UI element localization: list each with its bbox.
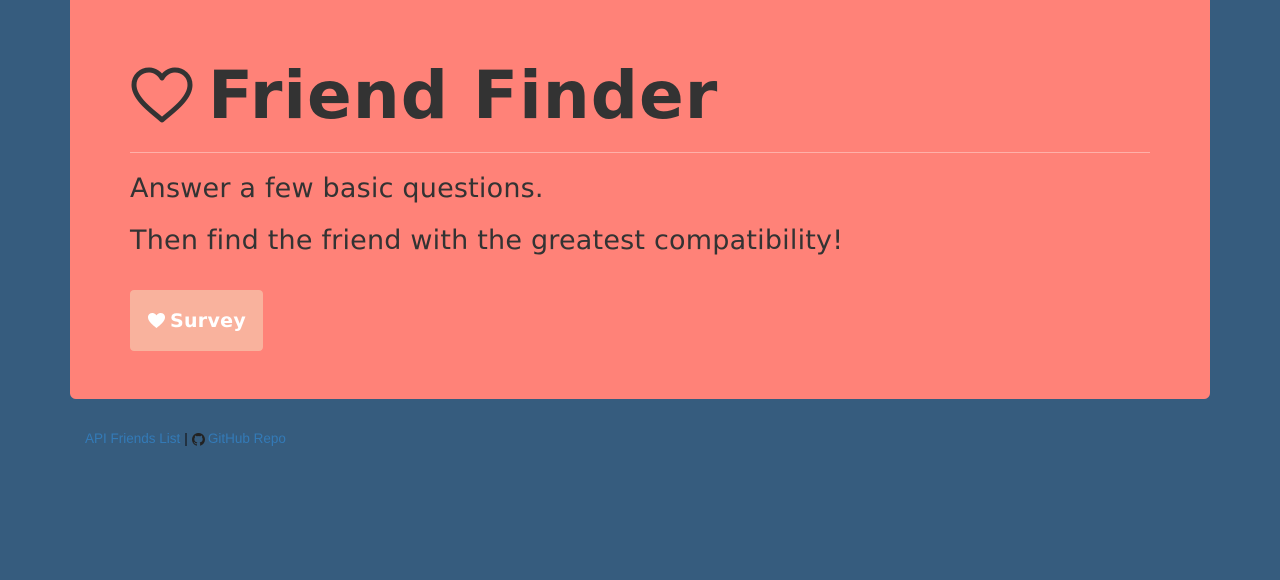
github-repo-label: GitHub Repo bbox=[207, 431, 286, 446]
heart-icon bbox=[147, 312, 165, 329]
survey-button-label: Survey bbox=[169, 309, 247, 332]
intro-line-2: Then find the friend with the greatest c… bbox=[130, 225, 844, 256]
page-title: Friend Finder bbox=[130, 60, 718, 132]
title-text: Friend Finder bbox=[208, 57, 719, 134]
github-repo-link[interactable]: GitHub Repo bbox=[191, 430, 286, 448]
intro-line-1: Answer a few basic questions. bbox=[130, 173, 544, 204]
footer-separator: | bbox=[184, 431, 188, 446]
api-friends-list-link[interactable]: API Friends List bbox=[85, 430, 180, 448]
survey-button[interactable]: Survey bbox=[130, 290, 263, 351]
divider bbox=[130, 152, 1150, 153]
hero-panel: Friend Finder Answer a few basic questio… bbox=[70, 0, 1210, 399]
footer: API Friends List | GitHub Repo bbox=[85, 430, 286, 448]
github-icon bbox=[191, 432, 205, 446]
heart-outline-icon bbox=[131, 67, 193, 123]
